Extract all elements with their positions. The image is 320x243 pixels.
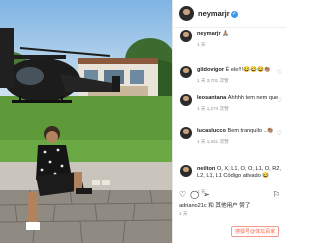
comment-username[interactable]: gildovigor: [197, 67, 224, 73]
post-side-panel: neymarjr ✓ neymarjr 🙏🏽 1 天 gildovigor É e…: [172, 0, 286, 243]
comment-text: 🙏🏽: [222, 31, 230, 37]
comment-icon[interactable]: ◯: [190, 190, 199, 199]
comment-like-icon[interactable]: ♡: [277, 97, 282, 104]
post-timestamp: 1 天: [179, 211, 188, 216]
comment-meta: 1 天: [197, 42, 206, 47]
comment-body: lucaslucco Bem tranquilo ..👏🏽: [197, 128, 274, 134]
source-watermark: 搜狐号@体坛百家: [231, 226, 280, 237]
comment-username[interactable]: neymarjr: [197, 31, 221, 37]
comment-avatar[interactable]: [180, 94, 192, 106]
post-actions: ♡ ◯ ➢: [179, 190, 214, 199]
comment-text: É ele!!!😂😂😂👏🏽: [225, 67, 271, 73]
comment-avatar[interactable]: [180, 30, 192, 42]
comment-text: Bem tranquilo ..👏🏽: [227, 128, 274, 134]
comment-like-icon[interactable]: ♡: [277, 130, 282, 137]
comment-username[interactable]: leosantana: [197, 95, 226, 101]
likes-summary[interactable]: adriano21c 和 其他用户 赞了: [179, 201, 251, 209]
bookmark-icon[interactable]: ⚐: [273, 190, 280, 199]
comment-username[interactable]: neilton: [197, 166, 215, 172]
share-icon[interactable]: ➢: [203, 190, 210, 199]
post-header: neymarjr ✓: [173, 0, 286, 28]
author-username[interactable]: neymarjr ✓: [198, 9, 238, 18]
comment-avatar[interactable]: [180, 127, 192, 139]
comment-meta: 1 天 3,701 次赞: [197, 78, 229, 83]
comment-avatar[interactable]: [180, 66, 192, 78]
comment-body: neymarjr 🙏🏽: [197, 31, 229, 37]
verified-icon: ✓: [230, 10, 238, 18]
comment-body: gildovigor É ele!!!😂😂😂👏🏽: [197, 67, 271, 73]
post-photo: [0, 0, 172, 243]
author-avatar[interactable]: [179, 6, 194, 21]
comment-like-icon[interactable]: ♡: [277, 69, 282, 76]
heart-icon[interactable]: ♡: [179, 190, 186, 199]
comment-username[interactable]: lucaslucco: [197, 128, 226, 134]
author-username-text[interactable]: neymarjr: [198, 9, 230, 18]
comment-meta: 1 天 1,274 次赞: [197, 106, 229, 111]
comment-body: neilton O, X, L1, O, O, L1, O, R2, L2, L…: [197, 166, 282, 180]
comment-text: Ahhhh tem nem que: [227, 95, 279, 101]
comment-meta: 1 天 1,341 次赞: [197, 139, 229, 144]
comment-avatar[interactable]: [180, 165, 192, 177]
comment-body: leosantana Ahhhh tem nem que: [197, 95, 278, 101]
